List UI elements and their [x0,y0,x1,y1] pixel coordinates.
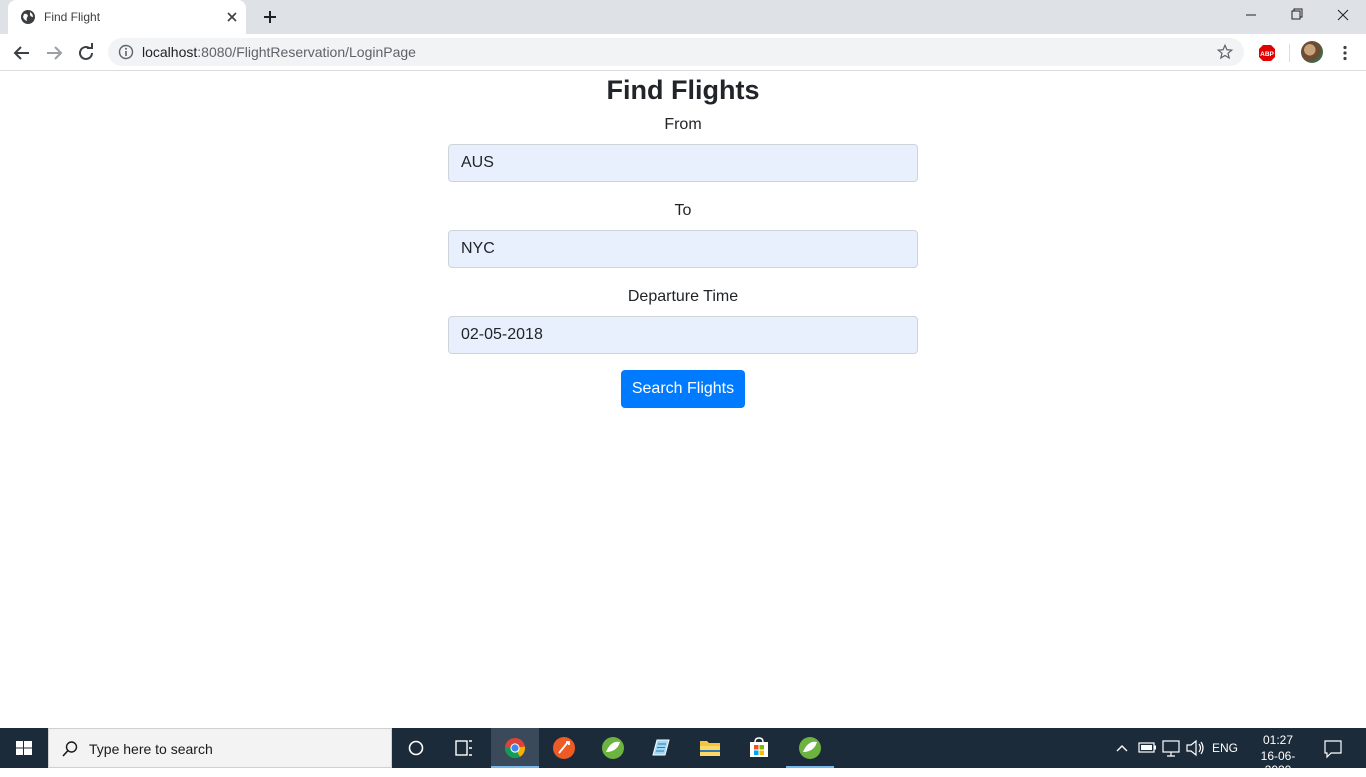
notepad-icon[interactable] [637,728,685,768]
from-label: From [664,116,702,133]
cortana-icon[interactable] [392,728,440,768]
notifications-icon[interactable] [1318,728,1348,768]
microsoft-store-icon[interactable] [735,728,783,768]
spring-tool-suite-icon[interactable] [589,728,637,768]
taskbar-search-box[interactable]: Type here to search [48,728,392,768]
chrome-icon [504,738,526,759]
forward-arrow-icon[interactable] [42,41,66,65]
to-input[interactable] [448,230,918,268]
url-host: localhost [142,44,198,60]
task-view-icon[interactable] [440,728,488,768]
page-title: Find Flights [606,75,760,105]
departure-time-input[interactable] [448,316,918,354]
battery-icon[interactable] [1136,728,1158,768]
close-tab-icon[interactable] [224,9,240,25]
departure-time-label: Departure Time [627,288,739,305]
toolbar-divider [1289,44,1290,62]
globe-icon [21,10,35,24]
input-language[interactable]: ENG [1212,741,1238,755]
from-input[interactable] [448,144,918,182]
new-tab-icon[interactable] [260,7,280,27]
profile-avatar[interactable] [1301,41,1323,63]
browser-toolbar: localhost:8080/FlightReservation/LoginPa… [0,34,1366,71]
address-bar[interactable]: localhost:8080/FlightReservation/LoginPa… [108,38,1244,66]
minimize-icon[interactable] [1228,0,1274,30]
window-close-icon[interactable] [1320,0,1366,30]
more-menu-icon[interactable] [1336,44,1354,62]
reload-icon[interactable] [74,41,98,65]
to-label: To [674,202,692,219]
show-hidden-icons-chevron-icon[interactable] [1112,728,1132,768]
taskbar-chrome[interactable] [491,728,539,768]
back-arrow-icon[interactable] [10,41,34,65]
url-text: localhost:8080/FlightReservation/LoginPa… [142,44,416,60]
taskbar-spring-tool-suite-2[interactable] [786,728,834,768]
browser-title-bar: Find Flight [0,0,1366,34]
tab-title: Find Flight [44,10,101,24]
network-icon[interactable] [1160,728,1182,768]
search-flights-button[interactable]: Search Flights [621,370,745,408]
svg-text:ABP: ABP [1260,51,1274,58]
windows-start-icon[interactable] [0,728,48,768]
clock-date[interactable]: 16-06-2020 [1248,749,1308,777]
restore-icon[interactable] [1274,0,1320,30]
browser-tab[interactable]: Find Flight [8,0,246,34]
search-icon [62,741,78,757]
windows-taskbar: Type here to search ENG 01:27 16-06-2020 [0,728,1366,777]
adblock-icon[interactable]: ABP [1258,44,1276,62]
file-explorer-icon[interactable] [686,728,734,768]
clock-time[interactable]: 01:27 [1248,733,1308,747]
volume-icon[interactable] [1184,728,1206,768]
url-path: :8080/FlightReservation/LoginPage [197,44,416,60]
spring-tool-suite-icon [799,737,821,759]
postman-icon[interactable] [540,728,588,768]
bookmark-star-icon[interactable] [1216,43,1234,61]
page-content: Find Flights From To Departure Time Sear… [0,72,1366,728]
taskbar-search-placeholder: Type here to search [89,741,213,757]
info-icon[interactable] [118,44,134,60]
